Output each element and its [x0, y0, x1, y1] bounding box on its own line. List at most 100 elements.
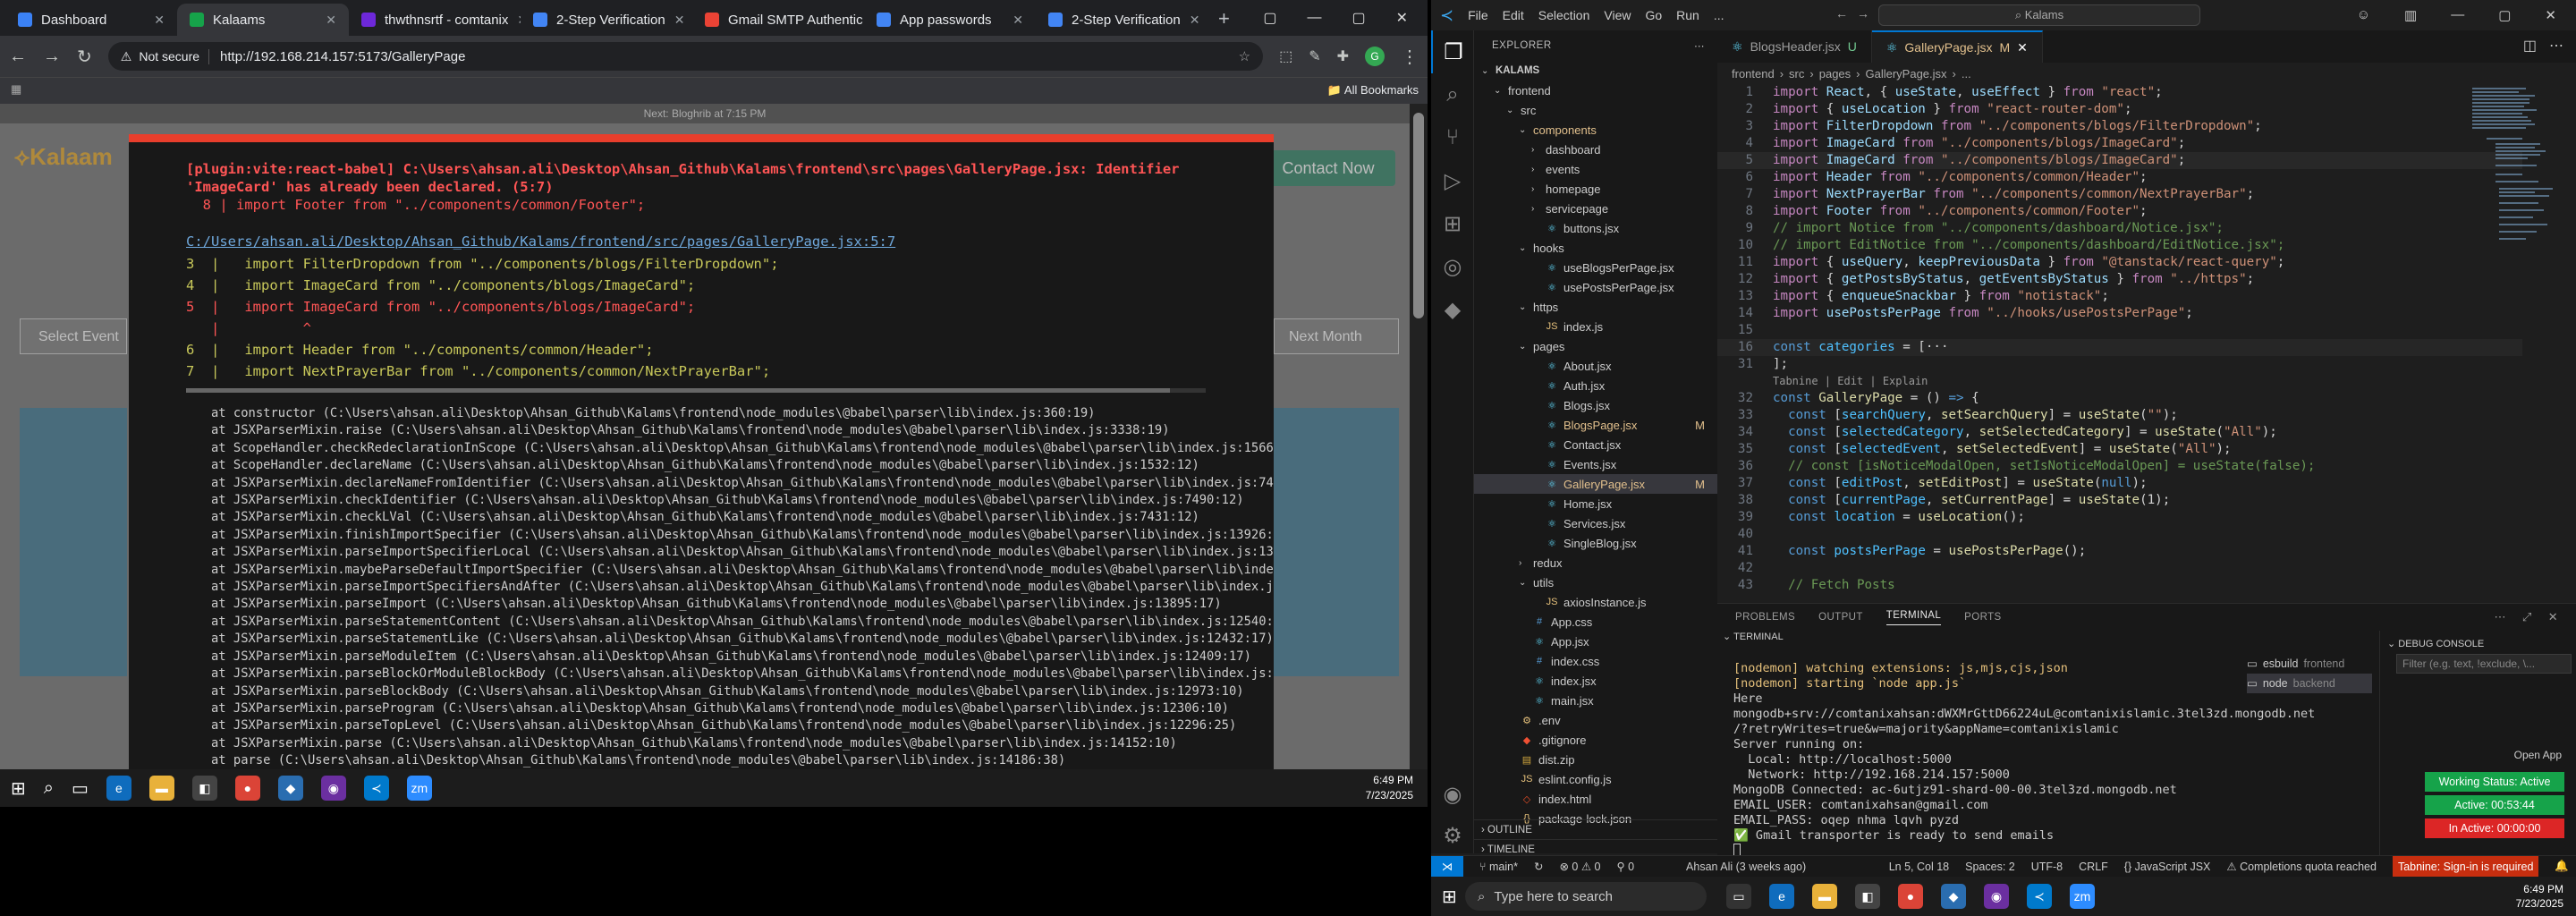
tree-file[interactable]: ⚛ main.jsx — [1474, 691, 1717, 710]
back-icon[interactable]: ← — [9, 47, 27, 67]
tree-file[interactable]: ⚛ Contact.jsx — [1474, 435, 1717, 454]
close-window-button[interactable]: ✕ — [2545, 7, 2556, 23]
browser-tab[interactable]: 2-Step Verification ✕ — [1036, 4, 1208, 36]
stack-trace-line[interactable]: at JSXParserMixin.parse (C:\Users\ahsan.… — [211, 735, 1274, 752]
tree-folder[interactable]: ⌄ KALAMS — [1474, 61, 1717, 81]
tabnine-status[interactable]: Tabnine: Sign-in is required — [2392, 855, 2539, 878]
tree-file[interactable]: ⚛ usePostsPerPage.jsx — [1474, 277, 1717, 297]
stack-trace-line[interactable]: at JSXParserMixin.parseStatementLike (C:… — [211, 631, 1274, 648]
code-line[interactable]: 37 const [editPost, setEditPost] = useSt… — [1717, 475, 2522, 492]
avatar[interactable]: G — [1365, 47, 1385, 66]
browser-tab[interactable]: Gmail SMTP Authentic✕ — [692, 4, 864, 36]
left-clock[interactable]: 6:49 PM 7/23/2025 — [1366, 773, 1413, 803]
tree-file[interactable]: ⚛ useBlogsPerPage.jsx — [1474, 258, 1717, 277]
tab-problems[interactable]: PROBLEMS — [1735, 612, 1795, 623]
code-line[interactable]: 8 import Footer from "../components/commo… — [1717, 203, 2522, 220]
menu-item[interactable]: Selection — [1538, 8, 1590, 22]
close-window-button[interactable]: ✕ — [1396, 9, 1408, 27]
terminal-output[interactable]: [nodemon] watching extensions: js,mjs,cj… — [1733, 661, 2315, 861]
tree-folder[interactable]: ⌄ components — [1474, 120, 1717, 140]
all-bookmarks-button[interactable]: 📁 All Bookmarks — [1327, 83, 1419, 98]
stack-trace-line[interactable]: at ScopeHandler.declareName (C:\Users\ah… — [211, 457, 1274, 474]
tree-file[interactable]: ⚛ buttons.jsx — [1474, 218, 1717, 238]
code-line[interactable]: 2 import { useLocation } from "react-rout… — [1717, 101, 2522, 118]
close-tab-icon[interactable]: ✕ — [2017, 40, 2028, 55]
tree-folder[interactable]: ⌄ utils — [1474, 572, 1717, 592]
source-control-icon[interactable]: ⑂ — [1431, 116, 1474, 159]
open-app-link[interactable]: Open App — [2514, 749, 2562, 761]
gallery-card[interactable] — [1274, 408, 1399, 676]
explorer-icon[interactable]: ❐ — [1431, 30, 1474, 73]
tab-gallerypage[interactable]: ⚛ GalleryPage.jsx M ✕ — [1871, 30, 2043, 63]
layout-icon[interactable]: ▥ — [2404, 7, 2417, 23]
code-line[interactable]: 11 import { useQuery, keepPreviousData } … — [1717, 254, 2522, 271]
stack-trace-line[interactable]: at JSXParserMixin.parseImportSpecifiersA… — [211, 579, 1274, 596]
stack-trace-line[interactable]: at parse (C:\Users\ahsan.ali\Desktop\Ahs… — [211, 752, 1274, 769]
tab-output[interactable]: OUTPUT — [1818, 612, 1863, 623]
branch-status[interactable]: ⑂ main* — [1479, 861, 1518, 873]
taskbar-search[interactable]: ⌕ Type here to search — [1465, 882, 1707, 911]
code-line[interactable]: 40 — [1717, 526, 2522, 543]
close-tab-icon[interactable]: ✕ — [674, 13, 685, 28]
minimize-button[interactable]: — — [1307, 10, 1321, 26]
account-icon[interactable]: ◉ — [1431, 773, 1474, 816]
code-line[interactable]: 38 const [currentPage, setCurrentPage] =… — [1717, 492, 2522, 509]
site-logo[interactable]: ⟡Kalaam — [14, 143, 113, 188]
tree-folder[interactable]: ⌄ src — [1474, 100, 1717, 120]
extensions-puzzle-icon[interactable]: ✚ — [1337, 47, 1349, 65]
stack-trace-line[interactable]: at JSXParserMixin.raise (C:\Users\ahsan.… — [211, 422, 1274, 439]
tree-folder[interactable]: ⌄ frontend — [1474, 81, 1717, 100]
stack-trace-line[interactable]: at JSXParserMixin.parseImport (C:\Users\… — [211, 596, 1274, 613]
tree-file[interactable]: # index.css — [1474, 651, 1717, 671]
encoding[interactable]: UTF-8 — [2031, 861, 2063, 873]
menu-item[interactable]: Edit — [1503, 8, 1524, 22]
remote-icon[interactable]: ◎ — [1431, 245, 1474, 288]
tree-folder[interactable]: › servicepage — [1474, 199, 1717, 218]
file-explorer-icon[interactable]: ▬ — [148, 776, 174, 801]
tree-file[interactable]: ◆ .gitignore — [1474, 730, 1717, 750]
code-line[interactable]: 6 import Header from "../components/commo… — [1717, 169, 2522, 186]
split-editor-icon[interactable]: ◫ — [2523, 37, 2537, 55]
stack-trace-line[interactable]: at JSXParserMixin.parseStatementContent … — [211, 614, 1274, 631]
breadcrumb-item[interactable]: GalleryPage.jsx — [1866, 67, 1947, 81]
browser-tab[interactable]: Kalaams ✕ — [177, 4, 349, 36]
error-file-link[interactable]: C:/Users/ahsan.ali/Desktop/Ahsan_Github/… — [186, 233, 895, 250]
menu-item[interactable]: File — [1468, 8, 1488, 22]
tree-file[interactable]: JS eslint.config.js — [1474, 769, 1717, 789]
debug-filter-input[interactable]: Filter (e.g. text, !exclude, \... — [2396, 654, 2572, 674]
maximize-button[interactable]: ▢ — [1352, 9, 1365, 27]
code-line[interactable]: 43 // Fetch Posts — [1717, 577, 2522, 594]
chrome-icon[interactable]: ● — [234, 776, 260, 801]
chrome-icon[interactable]: ● — [1898, 884, 1923, 909]
code-view[interactable]: 1 import React, { useState, useEffect } f… — [1717, 84, 2522, 594]
browser-tab[interactable]: Dashboard ✕ — [5, 4, 177, 36]
close-tab-icon[interactable]: ✕ — [1013, 13, 1023, 28]
stack-trace-line[interactable]: at JSXParserMixin.parseProgram (C:\Users… — [211, 700, 1274, 717]
extension-icon[interactable]: ⬚ — [1279, 47, 1292, 65]
code-line[interactable]: 16 const categories = [··· — [1717, 339, 2522, 356]
ports-status[interactable]: ⚲ 0 — [1616, 860, 1634, 873]
code-line[interactable]: 7 import NextPrayerBar from "../component… — [1717, 186, 2522, 203]
browser-tab[interactable]: 2-Step Verification ✕ — [521, 4, 692, 36]
breadcrumb-item[interactable]: frontend — [1732, 67, 1775, 81]
tree-file[interactable]: ⚛ App.jsx — [1474, 632, 1717, 651]
code-line[interactable]: 14 import usePostsPerPage from "../hooks/… — [1717, 305, 2522, 322]
new-tab-button[interactable]: + — [1218, 7, 1230, 30]
problems-status[interactable]: ⊗ 0 ⚠ 0 — [1559, 860, 1600, 873]
code-line[interactable]: 36 // const [isNoticeModalOpen, setIsNot… — [1717, 458, 2522, 475]
vscode-icon[interactable]: ≺ — [363, 776, 389, 801]
gallery-card[interactable] — [20, 408, 127, 676]
nav-back-icon[interactable]: ← — [1835, 6, 1848, 21]
windows-start-icon[interactable]: ⊞ — [1442, 886, 1457, 908]
github-icon[interactable]: ◉ — [320, 776, 346, 801]
tree-folder[interactable]: › events — [1474, 159, 1717, 179]
stack-trace-line[interactable]: at JSXParserMixin.parseTopLevel (C:\User… — [211, 717, 1274, 734]
url-text[interactable]: http://192.168.214.157:5173/GalleryPage — [220, 49, 465, 64]
browser-tab[interactable]: thwthnsrtf - comtanix✕ — [349, 4, 521, 36]
reload-icon[interactable]: ↻ — [77, 46, 92, 68]
store-icon[interactable]: ◧ — [1855, 884, 1880, 909]
more-actions-icon[interactable]: ⋯ — [1694, 39, 1705, 52]
git-blame-status[interactable]: Ahsan Ali (3 weeks ago) — [1686, 861, 1806, 873]
copilot-status[interactable]: ⚠ Completions quota reached — [2226, 860, 2377, 873]
stack-trace-line[interactable]: at JSXParserMixin.checkIdentifier (C:\Us… — [211, 492, 1274, 509]
